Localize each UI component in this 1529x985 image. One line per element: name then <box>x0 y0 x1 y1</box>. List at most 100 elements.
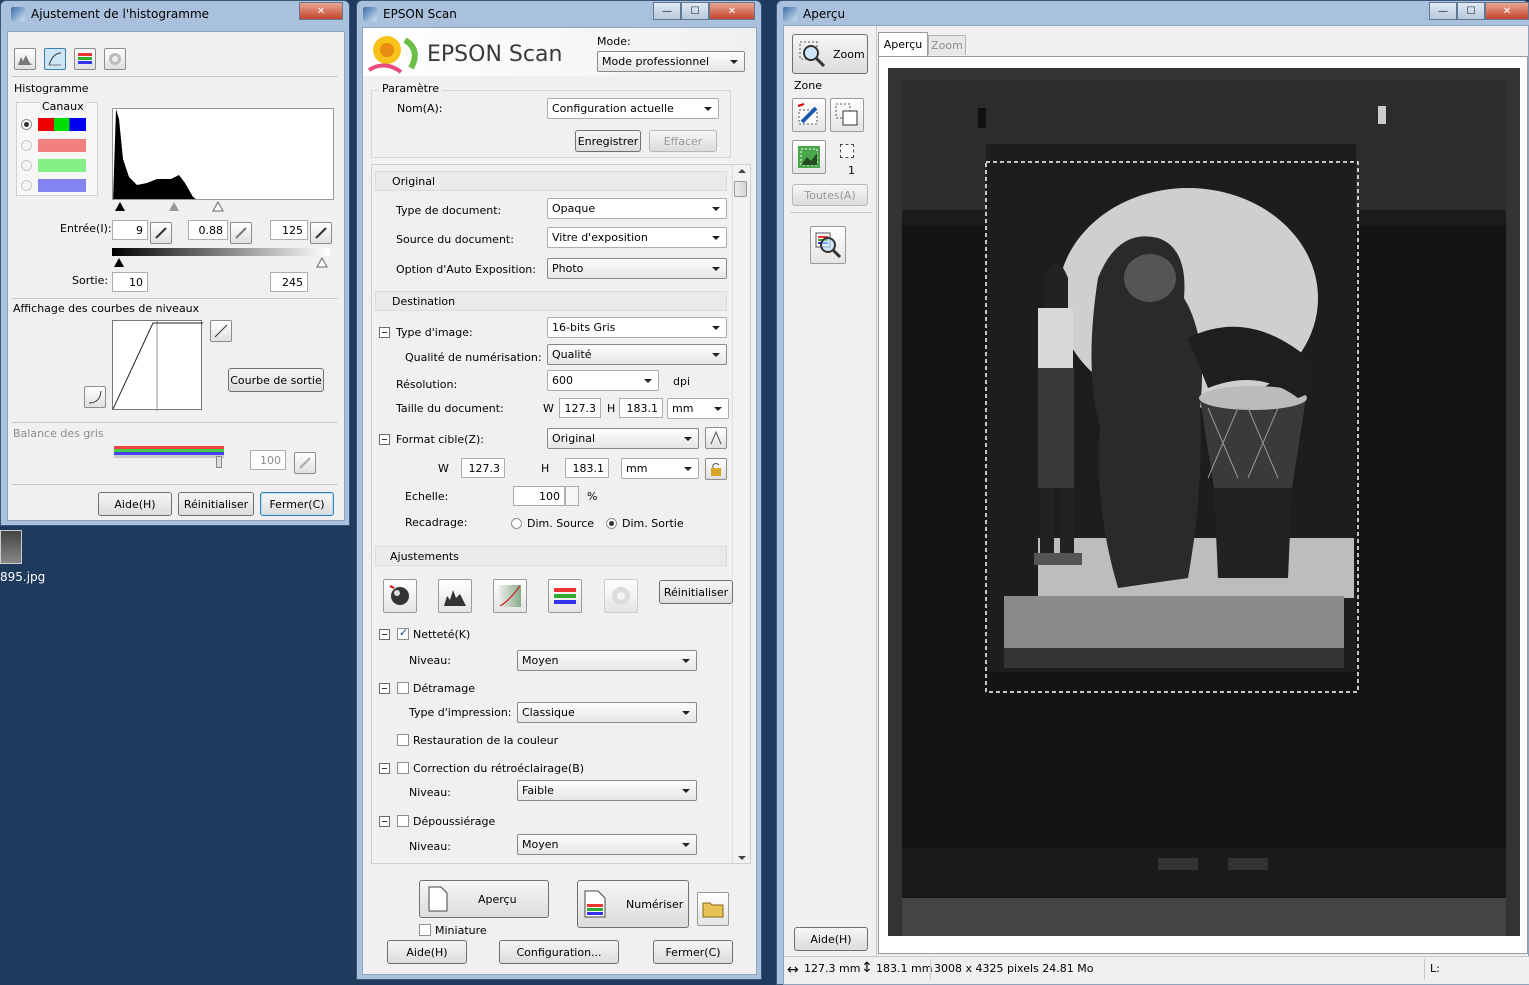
epson-minimize-button[interactable]: — <box>653 2 681 20</box>
color-restore-label[interactable]: Restauration de la couleur <box>413 734 558 747</box>
epson-close-button[interactable]: ✕ <box>709 2 755 20</box>
tone-correction-icon[interactable] <box>493 579 527 613</box>
name-select[interactable]: Configuration actuelle <box>547 98 719 119</box>
backlight-level-select[interactable]: Faible <box>517 780 697 801</box>
histogram-icon[interactable] <box>14 48 36 70</box>
scrollbar-thumb[interactable] <box>734 181 747 197</box>
gray-balance-thumb[interactable] <box>216 456 222 468</box>
shadow-eyedropper-icon[interactable] <box>150 222 172 244</box>
preview-titlebar[interactable]: Aperçu <box>777 1 1529 27</box>
histogram-close-button[interactable]: ✕ <box>299 2 343 20</box>
target-height-field[interactable]: 183.1 <box>565 458 609 478</box>
scan-button[interactable]: Numériser <box>577 880 689 928</box>
sharpness-checkbox[interactable] <box>397 626 409 640</box>
color-palette-icon[interactable] <box>548 579 582 613</box>
descreen-collapse-icon[interactable] <box>379 683 390 694</box>
folder-icon[interactable] <box>697 892 729 926</box>
mode-select[interactable]: Mode professionnel <box>597 51 745 72</box>
highlight-eyedropper-icon[interactable] <box>310 222 332 244</box>
epson-help-button[interactable]: Aide(H) <box>387 940 467 964</box>
dust-label[interactable]: Dépoussiérage <box>413 815 495 828</box>
gamma-eyedropper-icon[interactable] <box>230 222 252 244</box>
scale-spinner-icon[interactable] <box>565 486 579 506</box>
dust-collapse-icon[interactable] <box>379 816 390 827</box>
print-type-select[interactable]: Classique <box>517 702 697 723</box>
channel-rgb-radio[interactable] <box>21 119 32 130</box>
image-type-collapse-icon[interactable] <box>379 327 390 338</box>
desktop-file-icon[interactable] <box>0 530 22 564</box>
crop-source-radio[interactable] <box>511 518 522 529</box>
scrollbar[interactable] <box>732 165 749 863</box>
save-settings-button[interactable]: Enregistrer <box>575 130 641 152</box>
backlight-checkbox[interactable] <box>397 762 409 774</box>
auto-locate-icon[interactable] <box>792 98 826 132</box>
lock-icon[interactable] <box>705 458 727 480</box>
epson-close-dialog-button[interactable]: Fermer(C) <box>653 940 733 964</box>
marquee-image-icon[interactable] <box>792 140 826 174</box>
target-unit-select[interactable]: mm <box>621 458 699 479</box>
target-width-field[interactable]: 127.3 <box>461 458 505 478</box>
input-gamma-field[interactable]: 0.88 <box>188 220 228 240</box>
desktop-file-label[interactable]: 895.jpg <box>0 570 45 584</box>
crop-output-label[interactable]: Dim. Sortie <box>622 517 684 530</box>
histogram-titlebar[interactable]: Ajustement de l'histogramme <box>1 1 349 27</box>
configuration-button[interactable]: Configuration... <box>499 940 619 964</box>
color-restore-checkbox[interactable] <box>397 734 409 746</box>
thumbnail-checkbox[interactable] <box>419 924 431 936</box>
input-highlight-field[interactable]: 125 <box>270 220 308 240</box>
histogram-help-button[interactable]: Aide(H) <box>98 492 172 516</box>
input-shadow-field[interactable]: 9 <box>112 220 148 240</box>
preview-help-button[interactable]: Aide(H) <box>794 927 868 951</box>
copy-marquee-icon[interactable] <box>830 98 864 132</box>
input-sliders[interactable] <box>112 200 334 212</box>
zoom-button[interactable]: Zoom <box>792 34 868 74</box>
tab-zoom[interactable]: Zoom <box>928 35 966 55</box>
output-curve-button[interactable]: Courbe de sortie <box>228 368 324 392</box>
image-adjust-magnifier-icon[interactable] <box>810 226 846 264</box>
scroll-down-arrow-icon[interactable] <box>738 856 746 860</box>
adjustments-reset-button[interactable]: Réinitialiser <box>659 580 733 604</box>
sharpness-label[interactable]: Netteté(K) <box>413 628 470 641</box>
tone-curve-icon[interactable] <box>44 48 66 70</box>
output-sliders[interactable] <box>112 256 334 268</box>
image-type-select[interactable]: 16-bits Gris <box>547 317 727 338</box>
channel-blue-radio[interactable] <box>21 180 32 191</box>
gray-balance-slider[interactable] <box>114 446 224 458</box>
output-low-field[interactable]: 10 <box>112 272 148 292</box>
resolution-select[interactable]: 600 <box>547 370 659 391</box>
crop-output-radio[interactable] <box>606 518 617 529</box>
histogram-adjust-icon[interactable] <box>438 579 472 613</box>
scan-quality-select[interactable]: Qualité <box>547 344 727 365</box>
saturation-icon[interactable] <box>104 48 126 70</box>
histogram-close-dialog-button[interactable]: Fermer(C) <box>260 492 334 516</box>
delete-marquee-icon[interactable] <box>840 144 854 158</box>
epson-maximize-button[interactable]: ☐ <box>681 2 709 20</box>
unsharp-mask-icon[interactable] <box>383 579 417 613</box>
auto-exposure-select[interactable]: Photo <box>547 258 727 279</box>
color-balance-icon[interactable] <box>74 48 96 70</box>
orientation-icon[interactable] <box>705 427 727 449</box>
descreen-label[interactable]: Détramage <box>413 682 475 695</box>
custom-curve-icon[interactable] <box>84 386 106 408</box>
crop-source-label[interactable]: Dim. Source <box>527 517 594 530</box>
thumbnail-label[interactable]: Miniature <box>435 924 487 937</box>
sharpness-collapse-icon[interactable] <box>379 629 390 640</box>
dust-checkbox[interactable] <box>397 815 409 827</box>
dust-level-select[interactable]: Moyen <box>517 834 697 855</box>
backlight-label[interactable]: Correction du rétroéclairage(B) <box>413 762 584 775</box>
preview-close-button[interactable]: ✕ <box>1485 2 1529 20</box>
sharpness-level-select[interactable]: Moyen <box>517 650 697 671</box>
linear-curve-icon[interactable] <box>210 320 232 342</box>
descreen-checkbox[interactable] <box>397 682 409 694</box>
tab-preview[interactable]: Aperçu <box>878 32 928 56</box>
scroll-up-arrow-icon[interactable] <box>738 169 746 173</box>
target-format-collapse-icon[interactable] <box>379 434 390 445</box>
doc-type-select[interactable]: Opaque <box>547 198 727 219</box>
preview-button[interactable]: Aperçu <box>419 880 549 918</box>
target-format-select[interactable]: Original <box>547 428 699 449</box>
channel-green-radio[interactable] <box>21 160 32 171</box>
histogram-reset-button[interactable]: Réinitialiser <box>178 492 254 516</box>
backlight-collapse-icon[interactable] <box>379 763 390 774</box>
output-high-field[interactable]: 245 <box>270 272 308 292</box>
preview-minimize-button[interactable]: — <box>1429 2 1457 20</box>
